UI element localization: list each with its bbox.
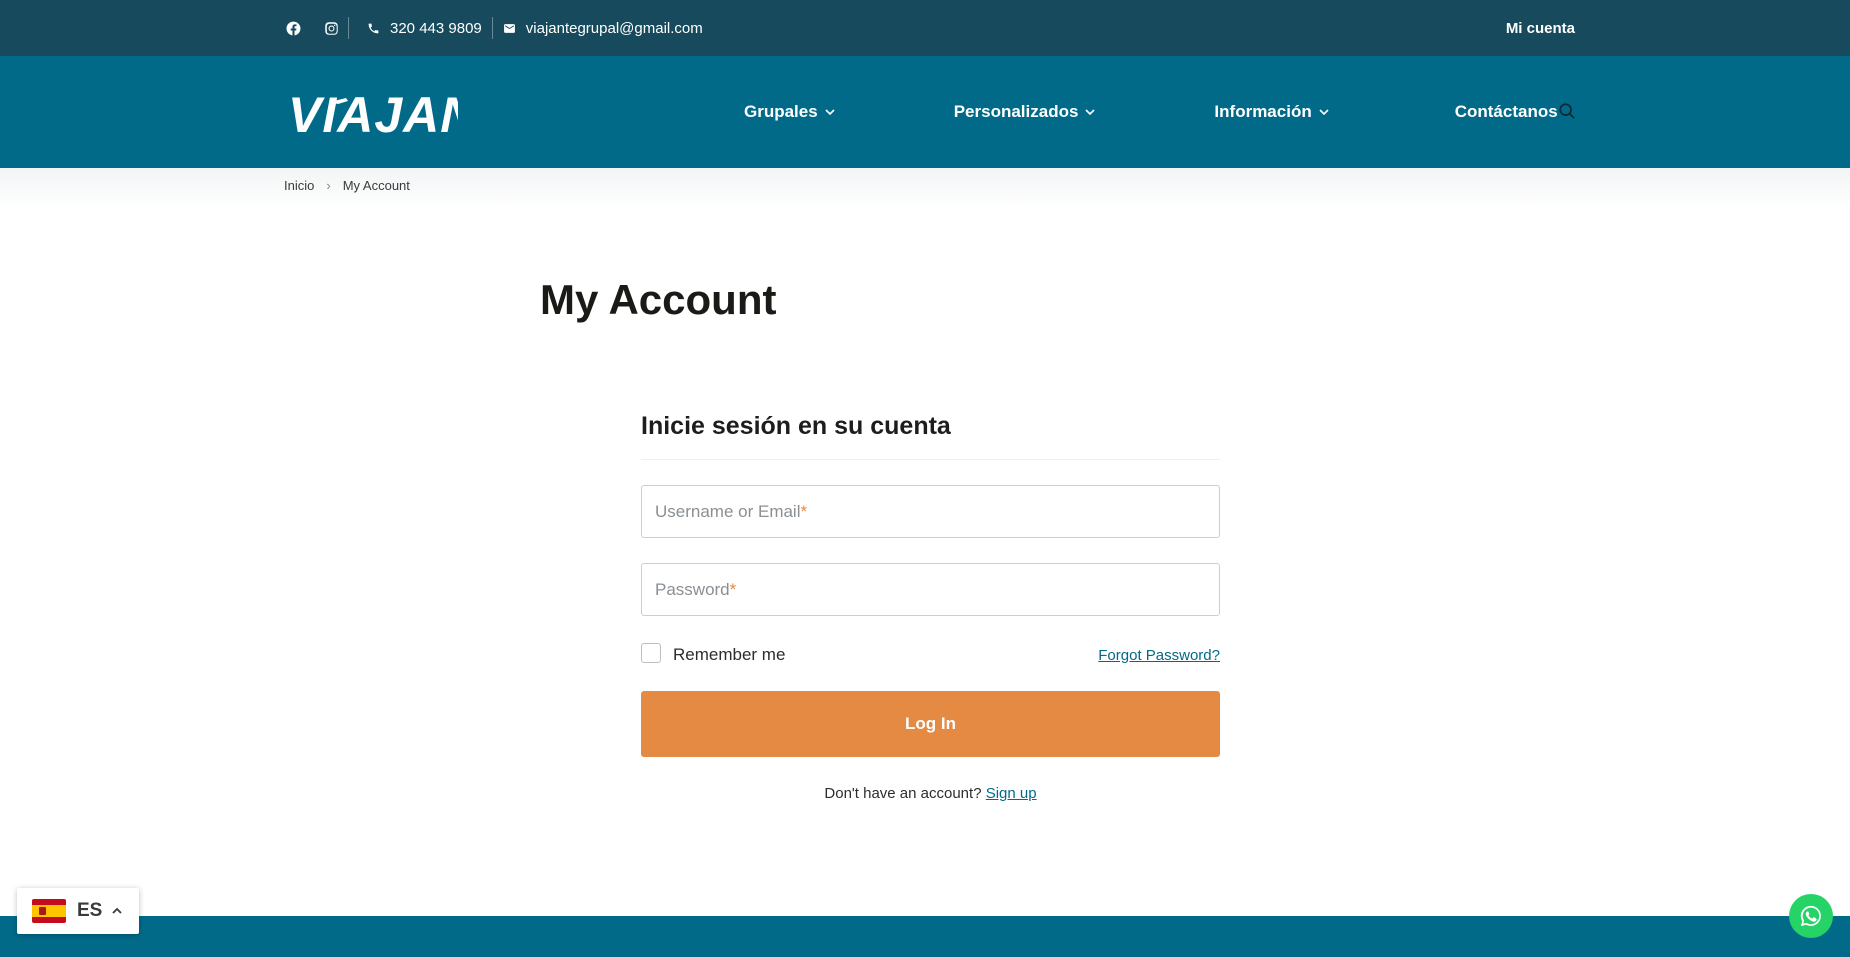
password-field[interactable]: Password* xyxy=(641,563,1220,616)
nav-item-contactanos[interactable]: Contáctanos xyxy=(1455,102,1558,122)
divider xyxy=(348,17,349,39)
breadcrumb-current: My Account xyxy=(342,178,410,193)
search-icon[interactable] xyxy=(1558,102,1578,122)
login-form: Inicie sesión en su cuenta Username or E… xyxy=(641,412,1220,802)
remember-checkbox[interactable] xyxy=(641,643,661,663)
remember-label[interactable]: Remember me xyxy=(673,645,785,665)
nav-item-grupales[interactable]: Grupales xyxy=(744,102,836,122)
login-heading: Inicie sesión en su cuenta xyxy=(641,412,1220,460)
email-address: viajantegrupal@gmail.com xyxy=(525,19,703,37)
remember-row: Remember me Forgot Password? xyxy=(641,642,1220,668)
signup-row: Don't have an account? Sign up xyxy=(641,785,1220,802)
breadcrumb: Inicio › My Account xyxy=(284,178,410,193)
chevron-up-icon xyxy=(112,907,122,914)
language-switcher[interactable]: ES xyxy=(17,888,139,934)
login-button[interactable]: Log In xyxy=(641,691,1220,757)
signup-prompt: Don't have an account? xyxy=(824,785,982,802)
divider xyxy=(491,17,493,39)
nav-item-label: Información xyxy=(1214,102,1312,121)
site-logo[interactable]: VIAJANTE xyxy=(288,84,543,143)
nav-item-label: Personalizados xyxy=(953,102,1079,121)
chevron-down-icon xyxy=(1085,109,1095,116)
mail-icon xyxy=(503,23,515,33)
chevron-down-icon xyxy=(1319,109,1329,116)
nav-item-personalizados[interactable]: Personalizados xyxy=(954,102,1097,122)
forgot-password-link[interactable]: Forgot Password? xyxy=(1098,647,1220,664)
chevron-right-icon: › xyxy=(326,178,331,193)
main-navigation: VIAJANTE Grupales Personalizados Informa… xyxy=(0,56,1850,168)
username-field[interactable]: Username or Email* xyxy=(641,485,1220,538)
signup-link[interactable]: Sign up xyxy=(986,785,1037,802)
whatsapp-icon[interactable] xyxy=(1789,894,1833,938)
language-code: ES xyxy=(77,900,103,921)
top-bar: 320 443 9809 viajantegrupal@gmail.com Mi… xyxy=(0,0,1850,56)
phone-link[interactable]: 320 443 9809 xyxy=(367,20,482,37)
phone-icon xyxy=(368,23,379,33)
svg-text:VIAJANTE: VIAJANTE xyxy=(288,87,458,138)
chevron-down-icon xyxy=(825,109,835,116)
nav-item-label: Grupales xyxy=(744,102,818,121)
facebook-icon[interactable] xyxy=(284,19,302,37)
my-account-link[interactable]: Mi cuenta xyxy=(1506,20,1575,37)
breadcrumb-background xyxy=(0,168,1850,208)
phone-number: 320 443 9809 xyxy=(390,19,482,37)
username-input[interactable] xyxy=(642,486,1219,537)
nav-item-informacion[interactable]: Información xyxy=(1214,102,1329,122)
page-title: My Account xyxy=(540,276,777,323)
nav-item-label: Contáctanos xyxy=(1454,102,1558,121)
footer xyxy=(0,916,1850,957)
breadcrumb-home[interactable]: Inicio xyxy=(284,178,314,193)
instagram-icon[interactable] xyxy=(322,19,340,37)
spain-flag-icon xyxy=(32,899,66,923)
email-link[interactable]: viajantegrupal@gmail.com xyxy=(503,20,703,37)
password-input[interactable] xyxy=(642,564,1219,615)
